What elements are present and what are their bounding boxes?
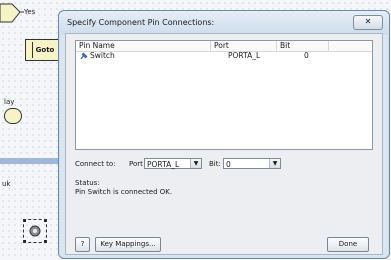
- port-cell: PORTA_L: [228, 51, 261, 60]
- close-icon: ✕: [364, 17, 372, 26]
- chevron-down-icon[interactable]: ▼: [269, 159, 280, 168]
- pin-row[interactable]: Switch PORTA_L 0: [76, 51, 372, 61]
- column-pin-name[interactable]: Pin Name: [76, 41, 211, 51]
- chevron-down-icon[interactable]: ▼: [190, 159, 201, 168]
- yes-label: Yes: [24, 8, 36, 16]
- key-mappings-button[interactable]: Key Mappings...: [95, 237, 161, 252]
- component-icon[interactable]: [23, 219, 47, 243]
- delay-label: lay: [4, 98, 15, 106]
- port-select[interactable]: PORTA_L ▼: [144, 158, 202, 169]
- decision-shape[interactable]: [0, 0, 60, 40]
- pin-list[interactable]: Pin Name Port Bit Switch PORTA_L 0: [75, 40, 373, 150]
- status-text: Pin Switch is connected OK.: [75, 188, 173, 196]
- port-label: Port: [129, 160, 143, 168]
- bit-select[interactable]: 0 ▼: [223, 158, 281, 169]
- dialog-title: Specify Component Pin Connections:: [67, 18, 215, 27]
- pin-name-cell: Switch: [90, 51, 115, 60]
- status-label: Status:: [75, 179, 100, 187]
- column-bit[interactable]: Bit: [277, 41, 329, 51]
- bit-label: Bit:: [209, 160, 221, 168]
- side-label: uk: [2, 180, 11, 188]
- bit-cell: 0: [304, 51, 309, 60]
- help-button[interactable]: ?: [75, 237, 90, 252]
- done-button[interactable]: Done: [327, 237, 369, 252]
- pin-icon: [80, 52, 88, 60]
- pin-connections-dialog: Specify Component Pin Connections: ✕ Pin…: [58, 10, 390, 259]
- delay-block[interactable]: [4, 108, 22, 124]
- close-button[interactable]: ✕: [353, 15, 383, 30]
- column-port[interactable]: Port: [211, 41, 277, 51]
- dialog-panel: Pin Name Port Bit Switch PORTA_L 0 Conne…: [65, 33, 383, 255]
- connect-to-label: Connect to:: [75, 160, 116, 168]
- port-select-value: PORTA_L: [147, 160, 180, 169]
- bit-select-value: 0: [226, 160, 231, 169]
- dialog-titlebar[interactable]: Specify Component Pin Connections: ✕: [59, 11, 389, 35]
